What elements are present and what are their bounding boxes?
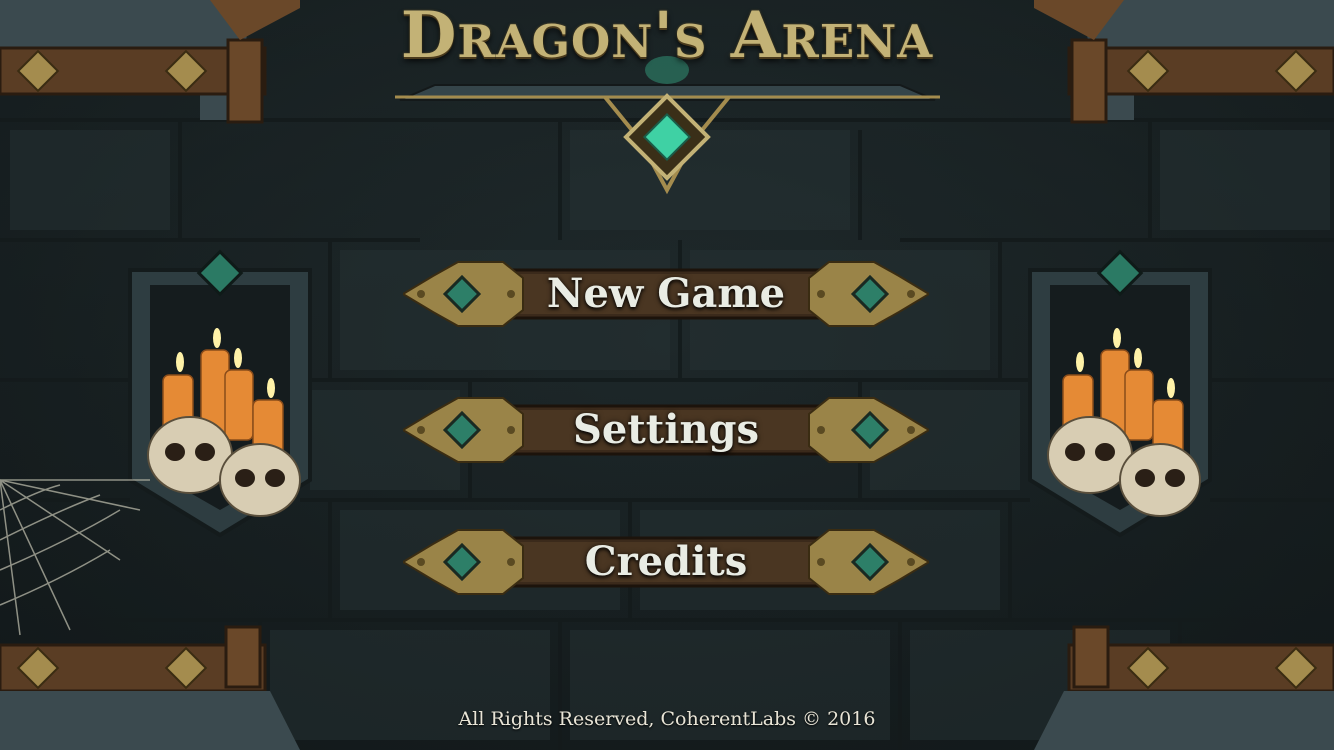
new-game-button[interactable]: New Game	[403, 258, 929, 330]
credits-label: Credits	[584, 538, 748, 585]
title-text: Dragon's Arena	[400, 0, 934, 73]
cobweb-icon	[0, 470, 160, 640]
skull-candles-icon	[1028, 249, 1212, 538]
game-title: Dragon's Arena	[340, 0, 994, 195]
skull-candles-niche-right	[1025, 240, 1215, 540]
corner-ornament-top-left	[0, 0, 300, 125]
settings-button[interactable]: Settings	[403, 394, 929, 466]
corner-ornament-top-right	[1034, 0, 1334, 125]
corner-ornament-bottom-right	[1034, 625, 1334, 750]
new-game-label: New Game	[546, 270, 786, 317]
main-menu-screen: Dragon's Arena New Game Settings Credits…	[0, 0, 1334, 750]
copyright-footer: All Rights Reserved, CoherentLabs © 2016	[458, 708, 876, 730]
credits-button[interactable]: Credits	[403, 526, 929, 598]
corner-ornament-bottom-left	[0, 625, 300, 750]
settings-label: Settings	[572, 406, 760, 453]
